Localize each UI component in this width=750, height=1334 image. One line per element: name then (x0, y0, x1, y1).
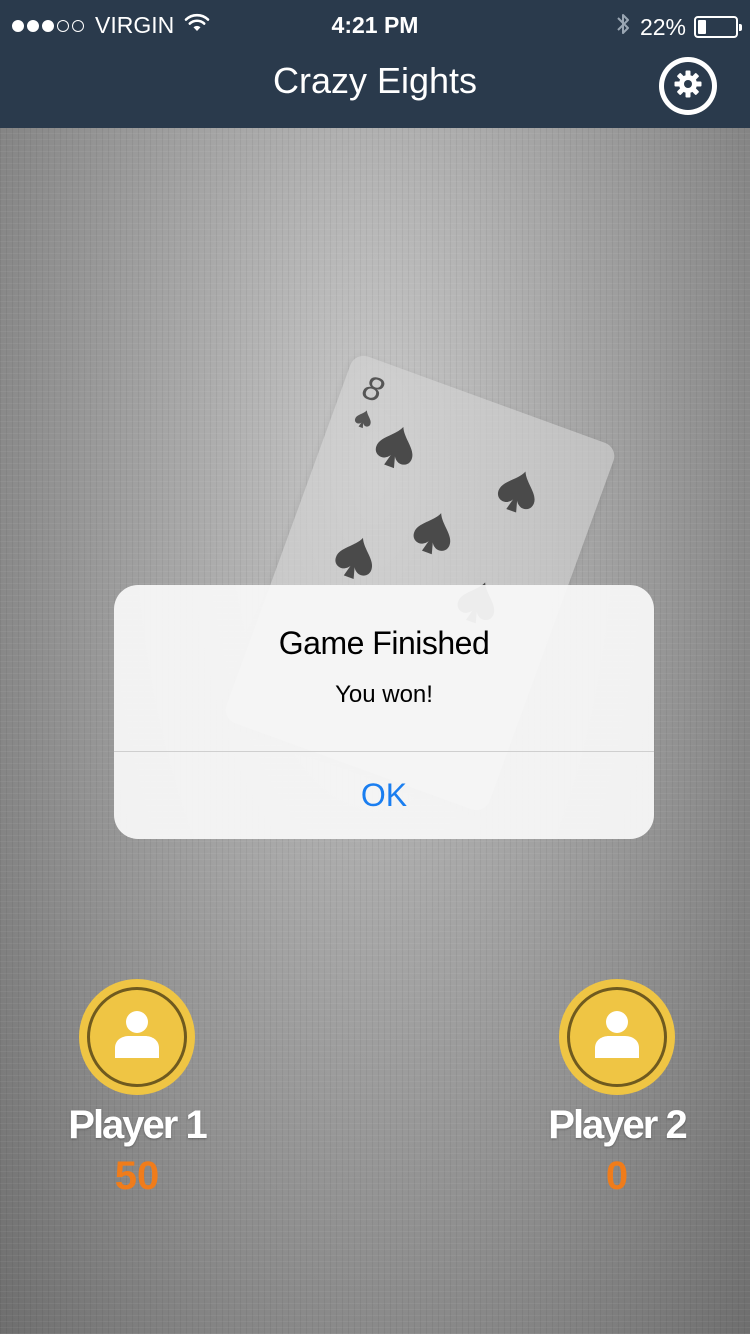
game-finished-alert: Game Finished You won! OK (114, 585, 654, 839)
alert-message: You won! (335, 681, 433, 708)
alert-title: Game Finished (278, 625, 490, 661)
ok-button[interactable]: OK (114, 752, 654, 839)
alert-overlay: Game Finished You won! OK (0, 0, 750, 1334)
